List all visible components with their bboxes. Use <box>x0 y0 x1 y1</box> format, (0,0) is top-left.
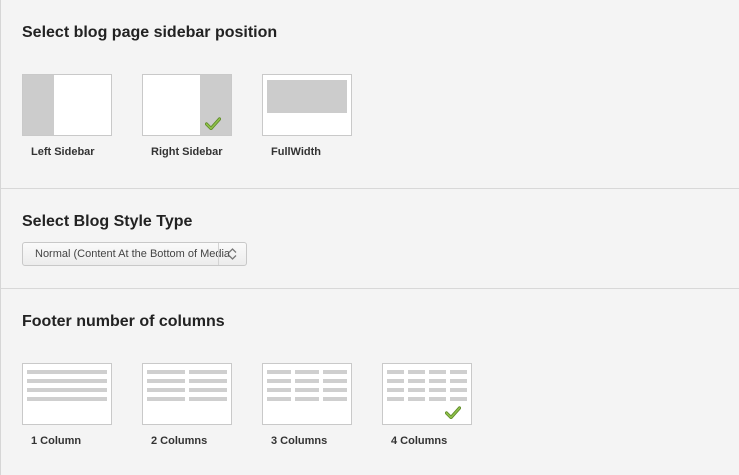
check-icon <box>445 406 461 419</box>
option-label: 2 Columns <box>151 435 208 447</box>
option-left-sidebar[interactable]: Left Sidebar <box>22 74 112 158</box>
blog-style-select[interactable]: Normal (Content At the Bottom of Media) <box>22 242 247 266</box>
option-2-columns[interactable]: 2 Columns <box>142 363 232 447</box>
content-block <box>267 80 347 113</box>
option-label: Left Sidebar <box>31 146 95 158</box>
four-columns-layout-icon[interactable] <box>382 363 472 425</box>
left-sidebar-layout-icon[interactable] <box>22 74 112 136</box>
three-columns-layout-icon[interactable] <box>262 363 352 425</box>
right-sidebar-layout-icon[interactable] <box>142 74 232 136</box>
sidebar-position-title: Select blog page sidebar position <box>22 24 278 41</box>
option-label: Right Sidebar <box>151 146 223 158</box>
one-column-layout-icon[interactable] <box>22 363 112 425</box>
blog-style-select-value: Normal (Content At the Bottom of Media) <box>35 248 230 260</box>
option-label: 3 Columns <box>271 435 328 447</box>
select-arrows-icon[interactable] <box>218 243 246 265</box>
sidebar-position-section: Select blog page sidebar position Left S… <box>1 0 739 188</box>
option-fullwidth[interactable]: FullWidth <box>262 74 352 158</box>
footer-columns-section: Footer number of columns 1 Column 2 Colu… <box>1 288 739 475</box>
blog-style-title: Select Blog Style Type <box>22 213 193 230</box>
check-icon <box>205 117 221 130</box>
option-label: 1 Column <box>31 435 82 447</box>
option-label: 4 Columns <box>391 435 448 447</box>
option-3-columns[interactable]: 3 Columns <box>262 363 352 447</box>
option-label: FullWidth <box>271 146 321 158</box>
settings-panel: Select blog page sidebar position Left S… <box>0 0 739 475</box>
option-1-column[interactable]: 1 Column <box>22 363 112 447</box>
updown-chevron-icon <box>228 248 237 260</box>
option-4-columns[interactable]: 4 Columns <box>382 363 472 447</box>
sidebar-block <box>23 75 54 135</box>
blog-style-section: Select Blog Style Type <box>1 188 739 288</box>
fullwidth-layout-icon[interactable] <box>262 74 352 136</box>
two-columns-layout-icon[interactable] <box>142 363 232 425</box>
footer-columns-title: Footer number of columns <box>22 313 225 330</box>
option-right-sidebar[interactable]: Right Sidebar <box>142 74 232 158</box>
